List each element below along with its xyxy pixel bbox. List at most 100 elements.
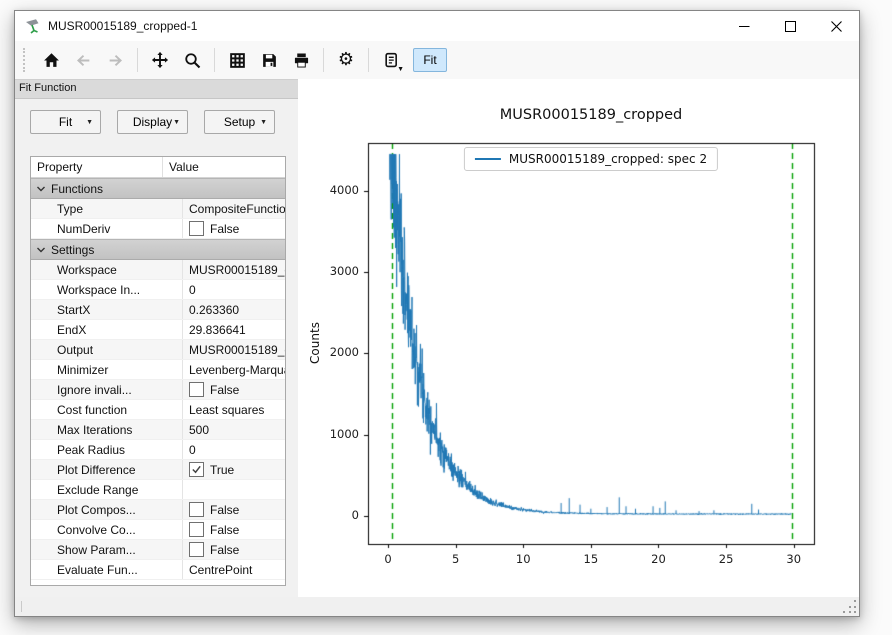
- fit-toggle-button[interactable]: Fit: [413, 48, 447, 72]
- property-value[interactable]: True: [183, 460, 285, 479]
- property-row[interactable]: NumDerivFalse: [31, 219, 285, 239]
- pan-button[interactable]: [146, 46, 174, 74]
- property-row[interactable]: StartX0.263360: [31, 300, 285, 320]
- property-value[interactable]: 0: [183, 440, 285, 459]
- chevron-down-icon[interactable]: [35, 183, 51, 195]
- toolbar-separator: [323, 48, 324, 72]
- property-value[interactable]: [183, 480, 285, 499]
- group-label: Settings: [51, 243, 94, 257]
- home-button[interactable]: [37, 46, 65, 74]
- property-value[interactable]: CompositeFunction: [183, 199, 285, 218]
- dropdown-caret-icon: ▼: [260, 119, 267, 126]
- group-row[interactable]: Functions: [31, 178, 285, 199]
- property-label: Peak Radius: [31, 440, 183, 459]
- checkbox-unchecked[interactable]: [189, 542, 204, 557]
- property-value[interactable]: False: [183, 500, 285, 519]
- window-title: MUSR00015189_cropped-1: [48, 19, 197, 33]
- property-row[interactable]: OutputMUSR00015189_crop...: [31, 340, 285, 360]
- property-label: Show Param...: [31, 540, 183, 559]
- maximize-button[interactable]: [767, 11, 813, 41]
- property-row[interactable]: TypeCompositeFunction: [31, 199, 285, 219]
- property-row[interactable]: Convolve Co...False: [31, 520, 285, 540]
- subplots-grid-button[interactable]: [223, 46, 251, 74]
- checkbox-unchecked[interactable]: [189, 221, 204, 236]
- property-value[interactable]: Least squares: [183, 400, 285, 419]
- checkbox-label: True: [210, 463, 234, 477]
- property-row[interactable]: Plot DifferenceTrue: [31, 460, 285, 480]
- dropdown-caret-icon: ▼: [173, 119, 180, 126]
- x-tick-label: 5: [452, 552, 459, 566]
- group-label: Functions: [51, 182, 103, 196]
- property-value[interactable]: False: [183, 219, 285, 238]
- setup-menu-button[interactable]: Setup ▼: [204, 110, 275, 134]
- generate-script-button[interactable]: ▼: [377, 46, 405, 74]
- property-row[interactable]: Ignore invali...False: [31, 380, 285, 400]
- property-value[interactable]: 500: [183, 420, 285, 439]
- property-value[interactable]: False: [183, 540, 285, 559]
- property-row[interactable]: Max Iterations500: [31, 420, 285, 440]
- property-value[interactable]: 29.836641: [183, 320, 285, 339]
- chevron-down-icon[interactable]: [35, 244, 51, 256]
- property-label: Evaluate Fun...: [31, 560, 183, 579]
- minimize-button[interactable]: [721, 11, 767, 41]
- checkbox-label: False: [210, 383, 239, 397]
- resize-grip[interactable]: [843, 600, 856, 613]
- toolbar-separator: [214, 48, 215, 72]
- forward-button[interactable]: [101, 46, 129, 74]
- property-label: StartX: [31, 300, 183, 319]
- title-bar[interactable]: MUSR00015189_cropped-1: [15, 11, 859, 41]
- panel-title[interactable]: Fit Function: [15, 79, 298, 99]
- display-menu-button[interactable]: Display ▼: [117, 110, 188, 134]
- legend[interactable]: MUSR00015189_cropped: spec 2: [464, 147, 718, 171]
- fit-function-panel: Fit Function Fit ▼ Display ▼ Setup ▼: [15, 79, 298, 597]
- toolbar-separator: [368, 48, 369, 72]
- property-row[interactable]: MinimizerLevenberg-Marquardt: [31, 360, 285, 380]
- group-row[interactable]: Settings: [31, 239, 285, 260]
- x-tick-label: 30: [786, 552, 801, 566]
- property-row[interactable]: EndX29.836641: [31, 320, 285, 340]
- back-button[interactable]: [69, 46, 97, 74]
- save-button[interactable]: [255, 46, 283, 74]
- property-label: Output: [31, 340, 183, 359]
- settings-gear-button[interactable]: ⚙: [332, 46, 360, 74]
- legend-line-sample-icon: [475, 158, 501, 160]
- property-value[interactable]: MUSR00015189_crop...: [183, 260, 285, 279]
- legend-label: MUSR00015189_cropped: spec 2: [509, 152, 707, 166]
- property-label: EndX: [31, 320, 183, 339]
- checkbox-checked[interactable]: [189, 462, 204, 477]
- fit-menu-button[interactable]: Fit ▼: [30, 110, 101, 134]
- toolbar-drag-handle[interactable]: [23, 48, 29, 72]
- column-header-property: Property: [31, 157, 163, 177]
- app-window: MUSR00015189_cropped-1: [14, 10, 860, 617]
- property-row[interactable]: Exclude Range: [31, 480, 285, 500]
- property-value[interactable]: False: [183, 380, 285, 399]
- setup-menu-label: Setup: [224, 115, 255, 129]
- property-row[interactable]: Peak Radius0: [31, 440, 285, 460]
- property-value[interactable]: Levenberg-Marquardt: [183, 360, 285, 379]
- plot-toolbar: ⚙ ▼ Fit: [15, 41, 859, 79]
- property-value[interactable]: False: [183, 520, 285, 539]
- property-value[interactable]: 0: [183, 280, 285, 299]
- property-row[interactable]: Evaluate Fun...CentrePoint: [31, 560, 285, 580]
- property-row[interactable]: WorkspaceMUSR00015189_crop...: [31, 260, 285, 280]
- property-row[interactable]: Workspace In...0: [31, 280, 285, 300]
- property-table: Property Value FunctionsTypeCompositeFun…: [30, 156, 286, 586]
- property-value[interactable]: 0.263360: [183, 300, 285, 319]
- plot-area[interactable]: MUSR00015189_cropped Counts MUSR00015189…: [298, 79, 859, 597]
- x-tick-label: 25: [719, 552, 734, 566]
- close-button[interactable]: [813, 11, 859, 41]
- print-button[interactable]: [287, 46, 315, 74]
- checkbox-label: False: [210, 543, 239, 557]
- property-value[interactable]: CentrePoint: [183, 560, 285, 579]
- zoom-button[interactable]: [178, 46, 206, 74]
- dropdown-caret-icon: ▼: [86, 119, 93, 126]
- property-row[interactable]: Show Param... False: [31, 540, 285, 560]
- x-tick-label: 10: [516, 552, 531, 566]
- property-value[interactable]: MUSR00015189_crop...: [183, 340, 285, 359]
- checkbox-unchecked[interactable]: [189, 522, 204, 537]
- property-row[interactable]: Cost functionLeast squares: [31, 400, 285, 420]
- checkbox-unchecked[interactable]: [189, 382, 204, 397]
- toolbar-separator: [137, 48, 138, 72]
- property-row[interactable]: Plot Compos...False: [31, 500, 285, 520]
- checkbox-unchecked[interactable]: [189, 502, 204, 517]
